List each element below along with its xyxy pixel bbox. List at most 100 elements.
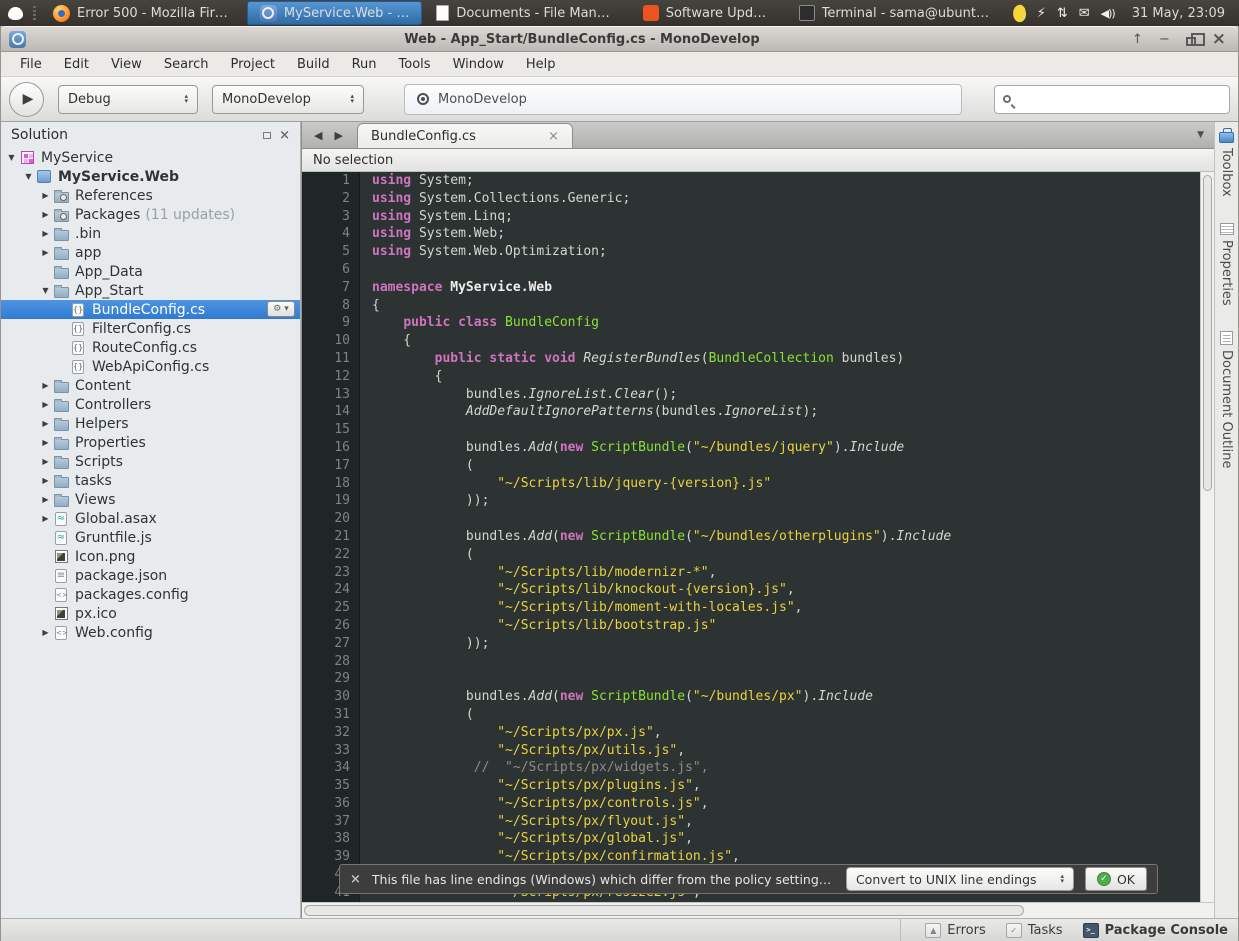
volume-icon[interactable]: ◀)): [1101, 7, 1116, 20]
shade-button[interactable]: ↑: [1132, 33, 1143, 46]
tree-item-global-asax[interactable]: ▶ Global.asax: [1, 509, 300, 528]
expander-closed[interactable]: ▶: [39, 248, 52, 257]
applications-menu-button[interactable]: [2, 1, 28, 25]
expander-closed[interactable]: ▶: [39, 514, 52, 523]
tree-item-properties[interactable]: ▶ Properties: [1, 433, 300, 452]
close-button[interactable]: ×: [1212, 30, 1226, 48]
expander-open[interactable]: ▼: [22, 172, 35, 181]
tab-close-icon[interactable]: ×: [548, 129, 559, 144]
line-number: 32: [334, 724, 350, 740]
expander-closed[interactable]: ▶: [39, 438, 52, 447]
tree-item-icon-png[interactable]: Icon.png: [1, 547, 300, 566]
tab-nav-forward-icon[interactable]: ▶: [328, 129, 348, 142]
menu-window[interactable]: Window: [442, 54, 515, 75]
line-number: 13: [334, 386, 350, 402]
tree-item-app-data[interactable]: App_Data: [1, 262, 300, 281]
horizontal-scrollbar-thumb[interactable]: [304, 905, 1025, 916]
menu-file[interactable]: File: [9, 54, 53, 75]
menu-help[interactable]: Help: [515, 54, 567, 75]
dock-item-toolbox[interactable]: Toolbox: [1219, 127, 1234, 197]
taskbar-window[interactable]: Documents - File Manager: [424, 1, 628, 25]
horizontal-scrollbar[interactable]: [302, 902, 1214, 918]
tree-item-gruntfile-js[interactable]: Gruntfile.js: [1, 528, 300, 547]
clock[interactable]: 31 May, 23:09: [1126, 6, 1231, 21]
tree-item-routeconfig-cs[interactable]: RouteConfig.cs: [1, 338, 300, 357]
dock-item-document-outline[interactable]: Document Outline: [1219, 331, 1234, 469]
tree-item-bundleconfig-cs[interactable]: BundleConfig.cs ⚙ ▾: [1, 300, 300, 319]
expander-closed[interactable]: ▶: [39, 495, 52, 504]
menu-edit[interactable]: Edit: [53, 54, 100, 75]
line-endings-action-select[interactable]: Convert to UNIX line endings ▴ ▾: [845, 867, 1074, 891]
tree-item-tasks[interactable]: ▶ tasks: [1, 471, 300, 490]
menu-view[interactable]: View: [100, 54, 153, 75]
window-titlebar[interactable]: Web - App_Start/BundleConfig.cs - MonoDe…: [1, 26, 1238, 52]
tree-item-myservice-web[interactable]: ▼ MyService.Web: [1, 167, 300, 186]
dock-item-properties[interactable]: Properties: [1219, 222, 1234, 305]
tree-item-content[interactable]: ▶ Content: [1, 376, 300, 395]
close-pad-button[interactable]: ×: [279, 128, 290, 143]
tab-list-dropdown-icon[interactable]: ▼: [1187, 130, 1214, 140]
tree-item-label: MyService: [41, 149, 114, 166]
search-input[interactable]: [994, 84, 1230, 114]
menu-run[interactable]: Run: [341, 54, 388, 75]
tree-item-helpers[interactable]: ▶ Helpers: [1, 414, 300, 433]
network-icon[interactable]: ⇅: [1057, 6, 1068, 21]
menu-build[interactable]: Build: [286, 54, 341, 75]
expander-closed[interactable]: ▶: [39, 419, 52, 428]
tree-item-controllers[interactable]: ▶ Controllers: [1, 395, 300, 414]
pad-title: Solution: [11, 127, 69, 143]
power-icon[interactable]: ⚡: [1037, 6, 1046, 21]
tab-nav-back-icon[interactable]: ◀: [308, 129, 328, 142]
auto-hide-button[interactable]: [263, 131, 272, 139]
menu-search[interactable]: Search: [153, 54, 220, 75]
tree-item-views[interactable]: ▶ Views: [1, 490, 300, 509]
errors-button[interactable]: ▲ Errors: [925, 922, 986, 938]
tree-item-px-ico[interactable]: px.ico: [1, 604, 300, 623]
tree-item-app[interactable]: ▶ app: [1, 243, 300, 262]
expander-closed[interactable]: ▶: [39, 476, 52, 485]
tree-item--bin[interactable]: ▶ .bin: [1, 224, 300, 243]
menu-project[interactable]: Project: [219, 54, 285, 75]
tree-item-myservice[interactable]: ▼ MyService: [1, 148, 300, 167]
runtime-selector[interactable]: MonoDevelop ▴ ▾: [212, 84, 364, 114]
expander-open[interactable]: ▼: [39, 286, 52, 295]
tree-item-webapiconfig-cs[interactable]: WebApiConfig.cs: [1, 357, 300, 376]
vertical-scrollbar[interactable]: [1200, 172, 1214, 902]
expander-closed[interactable]: ▶: [39, 381, 52, 390]
configuration-selector[interactable]: Debug ▴ ▾: [58, 84, 198, 114]
expander-closed[interactable]: ▶: [39, 210, 52, 219]
mail-icon[interactable]: ✉: [1079, 6, 1090, 21]
tray-notifier-icon[interactable]: [1011, 3, 1028, 23]
tree-item-packages[interactable]: ▶ Packages (11 updates): [1, 205, 300, 224]
minimize-button[interactable]: −: [1159, 33, 1170, 46]
menu-tools[interactable]: Tools: [388, 54, 442, 75]
notification-close-icon[interactable]: ×: [350, 872, 361, 887]
taskbar-window[interactable]: MyService.Web - A...: [246, 1, 423, 25]
run-button[interactable]: ▶: [9, 81, 44, 117]
tree-item-filterconfig-cs[interactable]: FilterConfig.cs: [1, 319, 300, 338]
expander-closed[interactable]: ▶: [39, 628, 52, 637]
tasks-button[interactable]: ✓ Tasks: [1005, 922, 1063, 938]
tree-item-references[interactable]: ▶ References: [1, 186, 300, 205]
tree-item-web-config[interactable]: ▶ Web.config: [1, 623, 300, 642]
expander-closed[interactable]: ▶: [39, 191, 52, 200]
taskbar-window[interactable]: Software Updater: [631, 1, 785, 25]
expander-closed[interactable]: ▶: [39, 457, 52, 466]
tree-item-app-start[interactable]: ▼ App_Start: [1, 281, 300, 300]
tree-item-packages-config[interactable]: packages.config: [1, 585, 300, 604]
taskbar-window[interactable]: Terminal - sama@ubuntu:...: [787, 1, 1003, 25]
taskbar-window[interactable]: Error 500 - Mozilla Firefox: [41, 1, 245, 25]
code-editor[interactable]: 1 2 3 4 5 6 7 8 9 10 11 12 13 14 15 16 17 18 19 20 21 22 23 24 2…: [302, 172, 1214, 902]
expander-closed[interactable]: ▶: [39, 400, 52, 409]
ok-button[interactable]: ✓ OK: [1084, 867, 1147, 891]
package-console-button[interactable]: >_ Package Console: [1082, 922, 1228, 938]
tab-bundleconfig[interactable]: BundleConfig.cs ×: [356, 123, 573, 148]
expander-open[interactable]: ▼: [5, 153, 18, 162]
taskbar-window-label: Error 500 - Mozilla Firefox: [77, 5, 233, 21]
item-options-button[interactable]: ⚙ ▾: [267, 301, 295, 317]
vertical-scrollbar-thumb[interactable]: [1203, 175, 1212, 491]
tree-item-package-json[interactable]: package.json: [1, 566, 300, 585]
maximize-button[interactable]: [1185, 32, 1205, 46]
expander-closed[interactable]: ▶: [39, 229, 52, 238]
tree-item-scripts[interactable]: ▶ Scripts: [1, 452, 300, 471]
